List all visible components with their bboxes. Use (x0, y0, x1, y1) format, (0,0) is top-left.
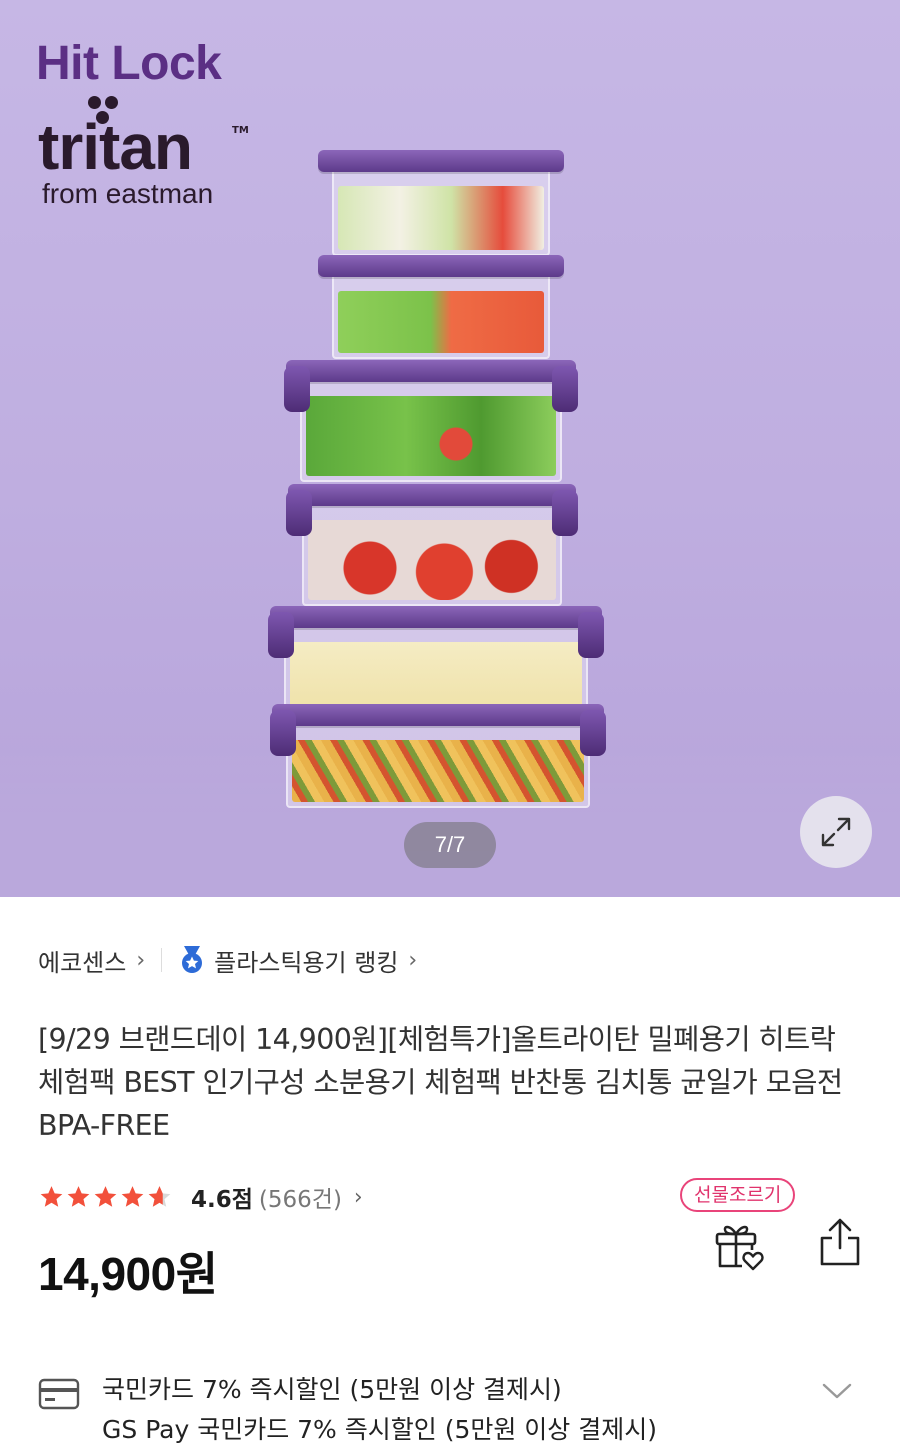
share-icon (820, 1218, 860, 1266)
gift-request-badge[interactable]: 선물조르기 (680, 1178, 796, 1212)
benefit-line-gs-pay: GS Pay 국민카드 7% 즉시할인 (5만원 이상 결제시) (102, 1415, 658, 1444)
product-price: 14,900원 (38, 1248, 218, 1300)
container-celery-carrots (318, 255, 564, 359)
container-salad (284, 360, 578, 482)
review-count: (566건) (258, 1187, 342, 1213)
seller-name: 에코센스 (38, 948, 127, 977)
gift-heart-icon (715, 1225, 764, 1271)
ranking-link[interactable]: 플라스틱용기 랭킹 › (178, 943, 417, 978)
chevron-right-icon: › (408, 947, 418, 973)
container-veggies (318, 150, 564, 256)
product-image-carousel[interactable]: Hit Lock tritan TM from eastman 7/7 (0, 0, 900, 897)
star-full-icon (40, 1186, 63, 1207)
product-title: [9/29 브랜드데이 14,900원][체험특가]올트라이탄 밀폐용기 히트락… (38, 1023, 843, 1142)
gift-button[interactable] (712, 1220, 766, 1272)
expand-icon (821, 817, 851, 847)
breadcrumb-divider (161, 948, 163, 972)
credit-card-icon (38, 1378, 80, 1410)
rating-stars (38, 1184, 173, 1210)
star-full-icon (67, 1186, 90, 1207)
chevron-right-icon: › (136, 947, 146, 973)
ranking-medal-icon (182, 946, 203, 973)
container-cheese (268, 606, 604, 716)
container-pasta (270, 704, 606, 808)
rating-value: 4.6점 (191, 1187, 253, 1213)
chevron-down-icon[interactable] (820, 1380, 854, 1402)
star-partial-icon (148, 1186, 171, 1207)
rating-row[interactable]: 4.6점 (566건) › (38, 1180, 363, 1214)
seller-link[interactable]: 에코센스 › (38, 943, 145, 978)
benefit-line-kb-card: 국민카드 7% 즉시할인 (5만원 이상 결제시) (102, 1375, 562, 1404)
ranking-label: 플라스틱용기 랭킹 (214, 948, 399, 977)
image-page-indicator: 7/7 (404, 822, 496, 868)
share-button[interactable] (816, 1216, 864, 1268)
chevron-right-icon: › (353, 1184, 363, 1210)
star-full-icon (121, 1186, 144, 1207)
star-full-icon (94, 1186, 117, 1207)
container-stack-photo (0, 0, 900, 897)
container-tomatoes (286, 484, 578, 606)
breadcrumb: 에코센스 › 플라스틱용기 랭킹 › (38, 942, 417, 978)
expand-image-button[interactable] (800, 796, 872, 868)
